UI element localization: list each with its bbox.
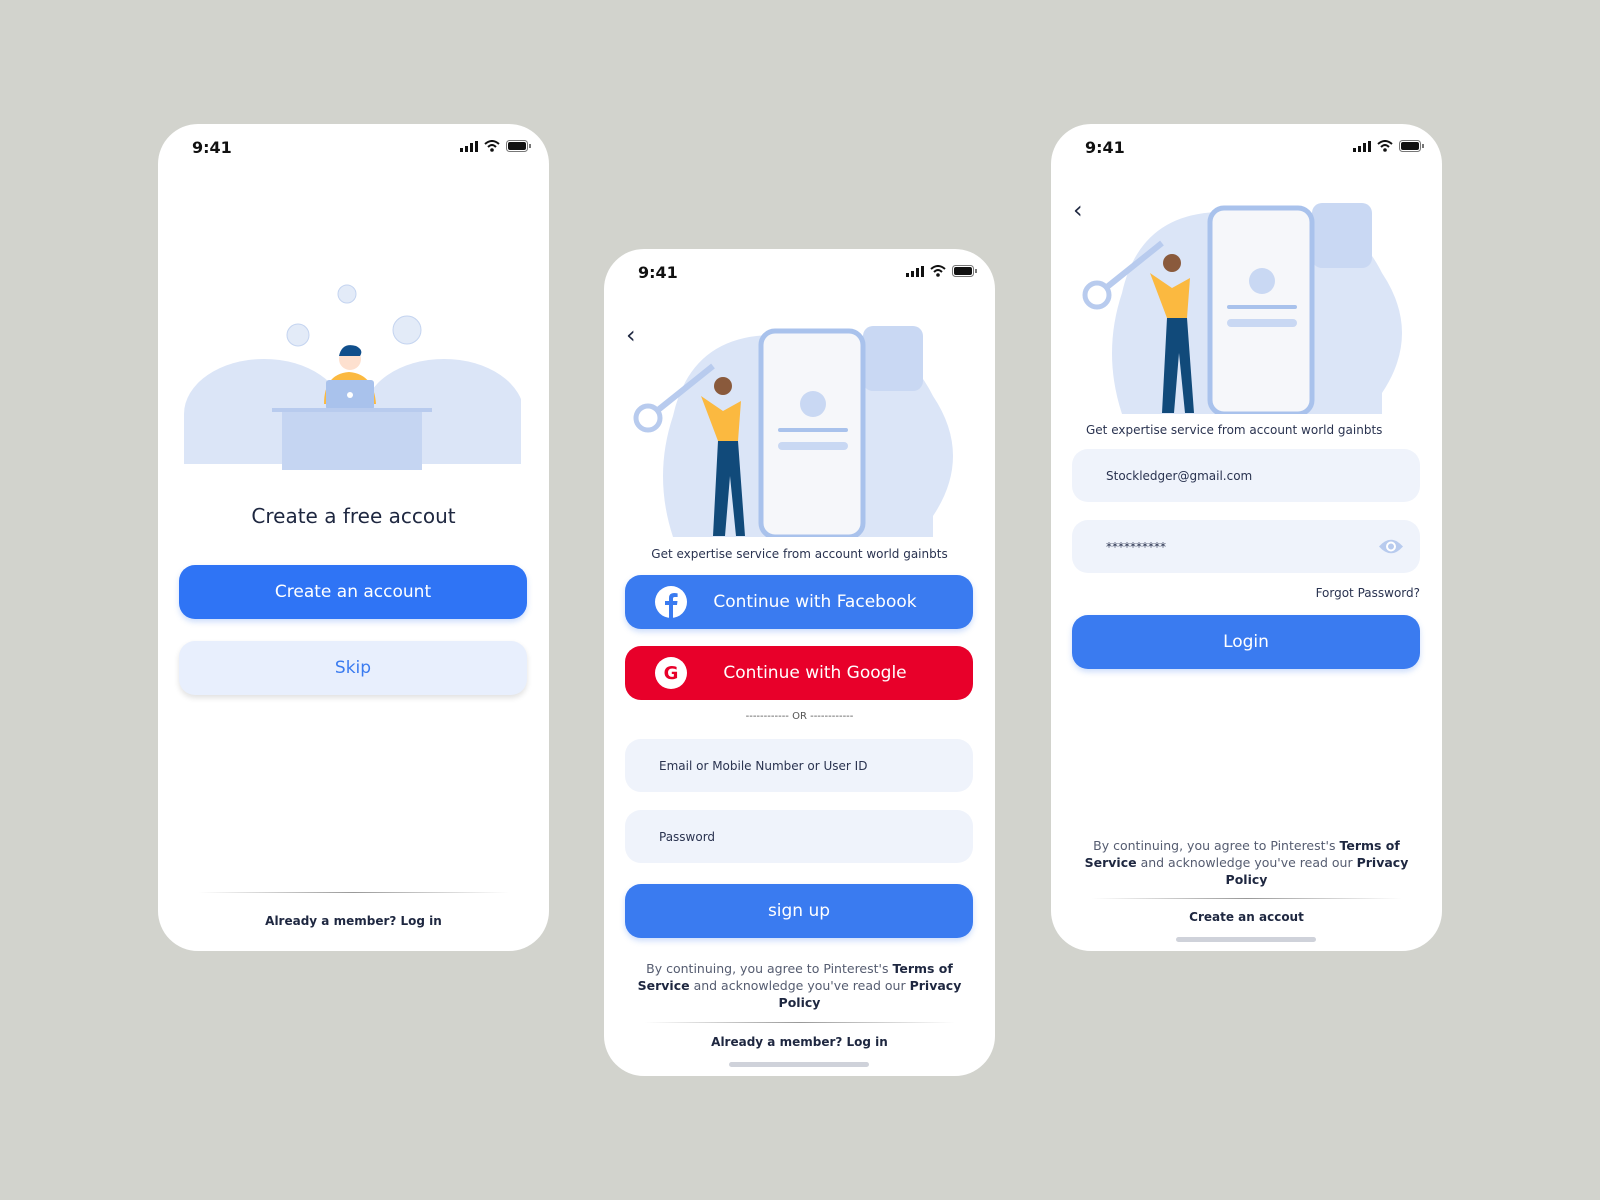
home-indicator	[729, 1062, 869, 1067]
skip-button[interactable]: Skip	[179, 641, 527, 695]
battery-icon	[952, 265, 977, 277]
email-input[interactable]: Stockledger@gmail.com	[1072, 449, 1420, 502]
login-link[interactable]: Already a member? Log in	[158, 914, 549, 928]
create-account-link[interactable]: Create an accout	[1051, 910, 1442, 924]
password-input[interactable]: Password	[625, 810, 973, 863]
terms-text: By continuing, you agree to Pinterest's …	[1081, 837, 1412, 888]
phone-login-illustration	[1082, 203, 1402, 414]
terms-mid: and acknowledge you've read our	[689, 978, 910, 993]
signal-icon	[906, 265, 924, 277]
status-icons	[906, 265, 977, 277]
battery-icon	[1399, 140, 1424, 152]
signal-icon	[460, 140, 478, 152]
divider	[198, 892, 509, 893]
continue-google-button[interactable]: G Continue with Google	[625, 646, 973, 700]
facebook-icon	[655, 586, 687, 618]
desk-illustration	[184, 284, 521, 470]
login-link[interactable]: Already a member? Log in	[604, 1035, 995, 1049]
phone-screen-login: 9:41 ‹ Get expertise service from accoun…	[1051, 124, 1442, 951]
password-value: **********	[1106, 539, 1166, 554]
home-indicator	[1176, 937, 1316, 942]
status-icons	[1353, 140, 1424, 152]
status-time: 9:41	[1085, 138, 1125, 157]
login-button[interactable]: Login	[1072, 615, 1420, 669]
terms-pre: By continuing, you agree to Pinterest's	[1093, 838, 1340, 853]
wifi-icon	[484, 140, 500, 152]
create-account-button[interactable]: Create an account	[179, 565, 527, 619]
phone-login-illustration	[633, 326, 953, 537]
terms-text: By continuing, you agree to Pinterest's …	[634, 960, 965, 1011]
divider	[644, 1022, 955, 1023]
or-divider: ------------ OR ------------	[745, 711, 854, 722]
page-title: Create a free accout	[251, 504, 456, 528]
terms-mid: and acknowledge you've read our	[1136, 855, 1357, 870]
caption: Get expertise service from account world…	[651, 547, 948, 561]
signal-icon	[1353, 140, 1371, 152]
divider	[1091, 898, 1402, 899]
caption: Get expertise service from account world…	[1086, 423, 1383, 437]
email-input[interactable]: Email or Mobile Number or User ID	[625, 739, 973, 792]
continue-facebook-button[interactable]: Continue with Facebook	[625, 575, 973, 629]
forgot-password-link[interactable]: Forgot Password?	[1316, 586, 1420, 600]
battery-icon	[506, 140, 531, 152]
status-icons	[460, 140, 531, 152]
google-icon: G	[655, 657, 687, 689]
svg-text:G: G	[664, 663, 679, 684]
wifi-icon	[1377, 140, 1393, 152]
terms-pre: By continuing, you agree to Pinterest's	[646, 961, 893, 976]
wifi-icon	[930, 265, 946, 277]
phone-screen-welcome: 9:41 Create a free accout Create an acco…	[158, 124, 549, 951]
password-input[interactable]: **********	[1072, 520, 1420, 573]
facebook-label: Continue with Facebook	[713, 592, 917, 612]
phone-screen-signup: 9:41 ‹ Get expertise service from accoun…	[604, 249, 995, 1076]
google-label: Continue with Google	[723, 663, 907, 683]
eye-icon[interactable]	[1378, 538, 1404, 555]
status-time: 9:41	[638, 263, 678, 282]
status-time: 9:41	[192, 138, 232, 157]
signup-button[interactable]: sign up	[625, 884, 973, 938]
